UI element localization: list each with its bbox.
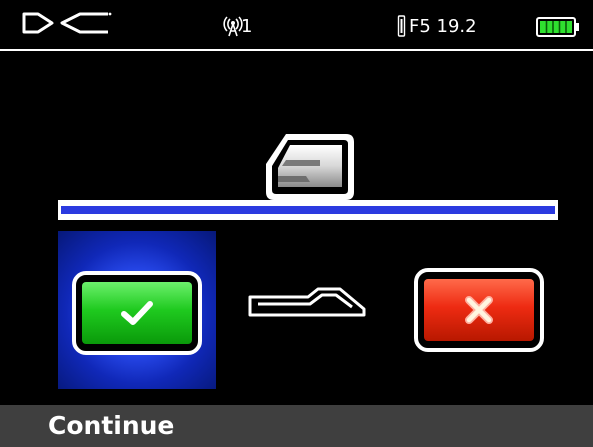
signal-count: 1 bbox=[241, 16, 253, 37]
x-icon bbox=[465, 296, 493, 324]
softkey-bar: Continue bbox=[0, 405, 593, 447]
confirm-button[interactable] bbox=[72, 271, 202, 355]
dci-logo-icon bbox=[22, 12, 112, 34]
receiver-icon bbox=[266, 134, 354, 200]
device-screen: 1 F5 19.2 Continue bbox=[0, 0, 593, 447]
confirm-selection-highlight[interactable] bbox=[58, 231, 216, 389]
frequency-value: F5 19.2 bbox=[409, 16, 477, 37]
confirm-button-face bbox=[82, 282, 192, 344]
battery-icon bbox=[536, 17, 579, 37]
divider-bar-fill bbox=[61, 206, 555, 214]
status-bar: 1 F5 19.2 bbox=[0, 0, 593, 51]
transmitter-icon bbox=[248, 287, 366, 317]
cancel-button[interactable] bbox=[414, 268, 544, 352]
checkmark-icon bbox=[121, 301, 153, 325]
frequency-icon bbox=[397, 15, 406, 37]
cancel-button-face bbox=[424, 279, 534, 341]
divider-bar bbox=[58, 200, 558, 220]
continue-label[interactable]: Continue bbox=[48, 409, 174, 443]
